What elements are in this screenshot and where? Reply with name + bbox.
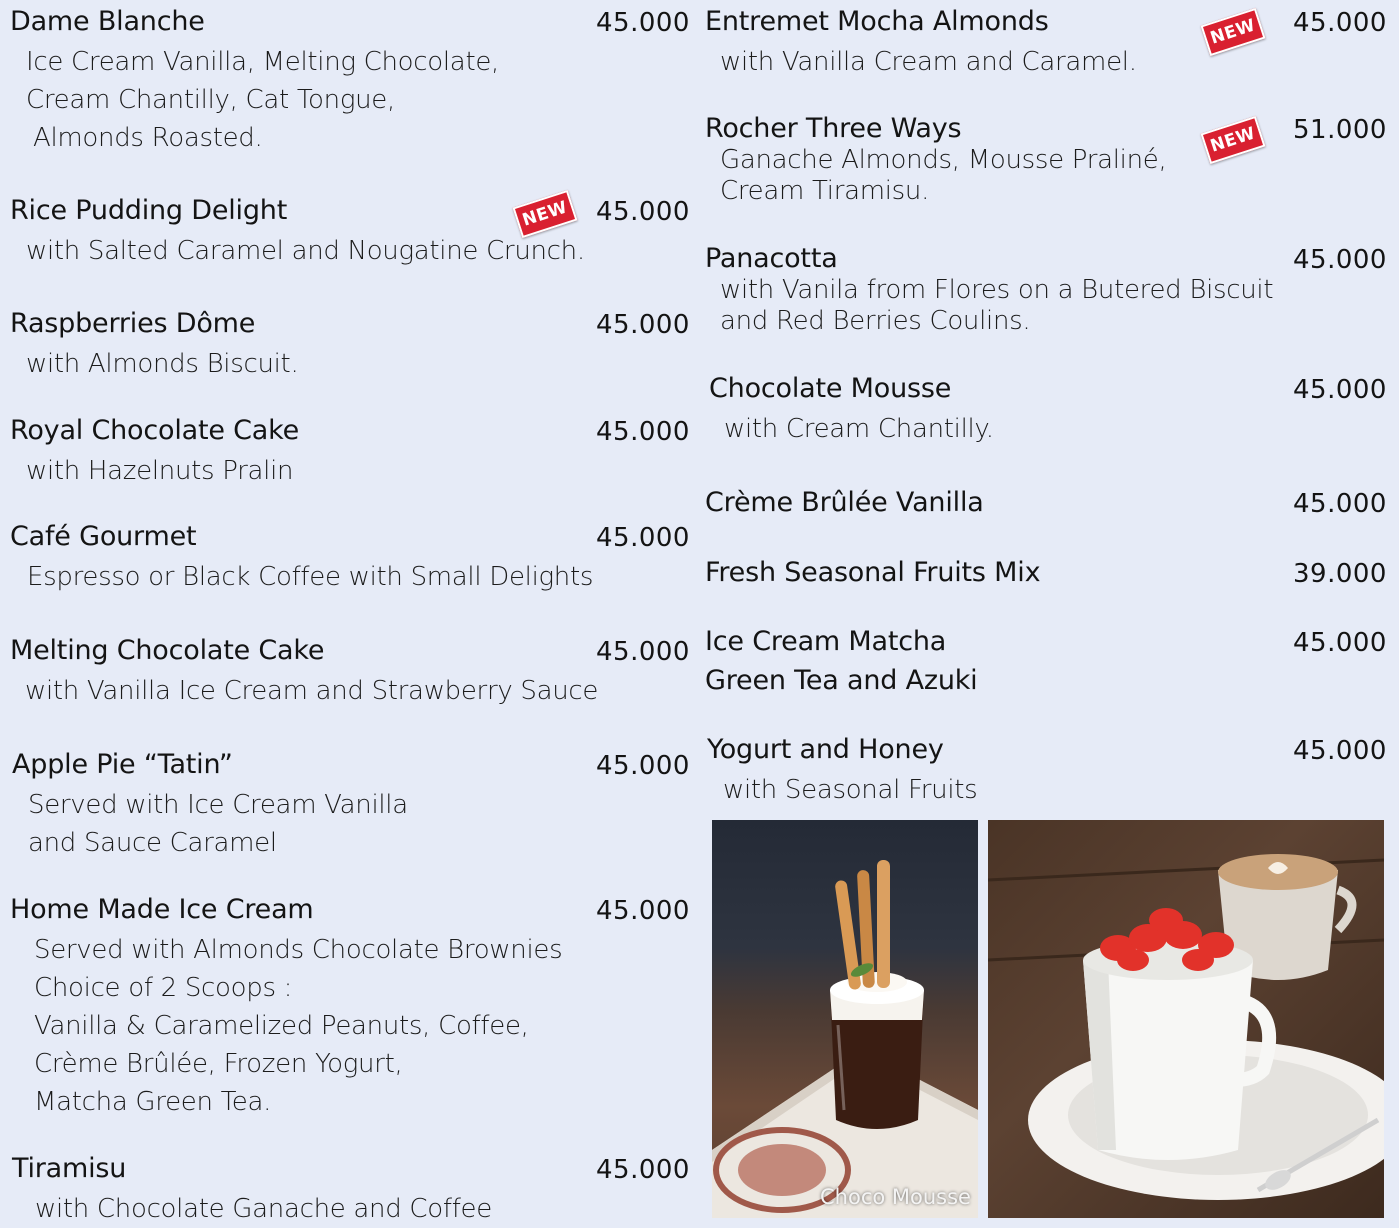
item-description: Ice Cream Vanilla, Melting Chocolate, Cr…: [26, 47, 499, 153]
item-price: 51.000: [1293, 115, 1387, 145]
choco-mousse-illustration: [712, 860, 978, 1218]
item-name: Home Made Ice Cream: [10, 894, 314, 925]
item-description: with Vanila from Flores on a Butered Bis…: [720, 275, 1274, 336]
item-name: Dame Blanche: [10, 6, 205, 37]
item-price: 39.000: [1293, 559, 1387, 589]
item-name: Raspberries Dôme: [10, 308, 256, 339]
item-name: Tiramisu: [12, 1153, 127, 1184]
coffee-strawberry-illustration: [988, 854, 1384, 1200]
item-price: 45.000: [1293, 628, 1387, 658]
item-description: with Vanilla Ice Cream and Strawberry Sa…: [25, 676, 599, 706]
item-description: with Chocolate Ganache and Coffee: [35, 1194, 492, 1224]
item-description: with Salted Caramel and Nougatine Crunch…: [26, 236, 585, 266]
photo-caption: Choco Mousse: [820, 1185, 971, 1209]
item-description: with Almonds Biscuit.: [26, 349, 299, 379]
item-name: Yogurt and Honey: [707, 734, 944, 765]
choco-mousse-photo: [712, 820, 978, 1218]
new-badge: NEW: [1200, 7, 1266, 57]
item-name: Royal Chocolate Cake: [10, 415, 300, 446]
item-description: with Cream Chantilly.: [724, 414, 994, 444]
item-description: Served with Ice Cream Vanilla and Sauce …: [28, 790, 408, 858]
item-name: Café Gourmet: [10, 521, 197, 552]
item-price: 45.000: [596, 637, 690, 667]
item-price: 45.000: [596, 751, 690, 781]
item-name: Rocher Three Ways: [705, 113, 962, 144]
item-name: Melting Chocolate Cake: [10, 635, 325, 666]
item-description: with Hazelnuts Pralin: [26, 456, 294, 486]
item-name: Chocolate Mousse: [709, 373, 952, 404]
item-name-line-2: Green Tea and Azuki: [705, 665, 978, 696]
item-price: 45.000: [1293, 245, 1387, 275]
item-price: 45.000: [596, 8, 690, 38]
item-name: Crème Brûlée Vanilla: [705, 487, 984, 518]
item-description: Served with Almonds Chocolate Brownies C…: [34, 935, 563, 1117]
item-description: Espresso or Black Coffee with Small Deli…: [27, 562, 594, 592]
item-name: Fresh Seasonal Fruits Mix: [705, 557, 1041, 588]
item-price: 45.000: [596, 197, 690, 227]
item-price: 45.000: [1293, 375, 1387, 405]
item-name: Apple Pie “Tatin”: [12, 749, 233, 780]
coffee-and-strawberries-photo: [988, 820, 1384, 1218]
item-description: with Seasonal Fruits: [723, 775, 978, 805]
item-name: Panacotta: [705, 243, 838, 274]
item-price: 45.000: [596, 417, 690, 447]
item-price: 45.000: [596, 523, 690, 553]
item-price: 45.000: [1293, 736, 1387, 766]
item-price: 45.000: [1293, 8, 1387, 38]
item-name: Rice Pudding Delight: [10, 195, 288, 226]
new-badge: NEW: [512, 189, 578, 239]
item-name: Entremet Mocha Almonds: [705, 6, 1049, 37]
item-description: Ganache Almonds, Mousse Praliné, Cream T…: [720, 145, 1167, 206]
item-price: 45.000: [596, 310, 690, 340]
item-price: 45.000: [1293, 489, 1387, 519]
item-name: Ice Cream Matcha: [705, 626, 947, 657]
new-badge: NEW: [1200, 115, 1266, 165]
item-price: 45.000: [596, 896, 690, 926]
item-description: with Vanilla Cream and Caramel.: [720, 47, 1137, 77]
item-price: 45.000: [596, 1155, 690, 1185]
